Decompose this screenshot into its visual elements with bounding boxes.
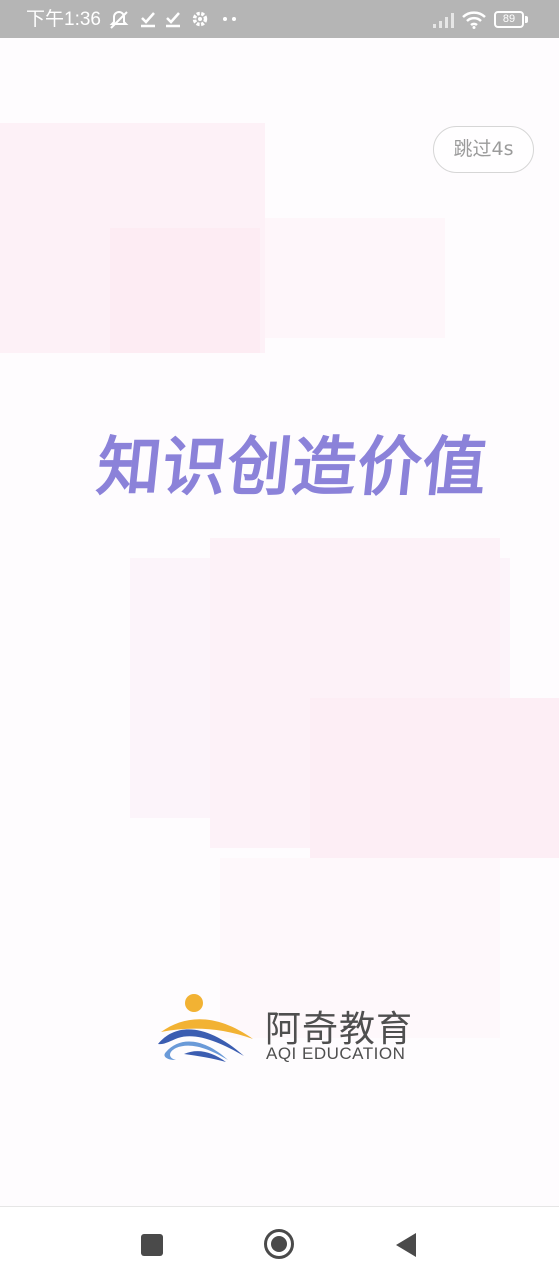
brand-name-en: AQI EDUCATION xyxy=(266,1044,406,1063)
back-icon[interactable] xyxy=(394,1232,418,1258)
home-icon[interactable] xyxy=(263,1228,295,1260)
aqi-logo-icon xyxy=(156,992,256,1070)
more-dots-icon xyxy=(222,16,238,22)
bg-tile xyxy=(265,218,445,338)
skip-button[interactable]: 跳过4s xyxy=(433,126,534,173)
check-icon xyxy=(165,10,181,28)
check-icon xyxy=(140,10,156,28)
status-bar: 下午1:36 89 xyxy=(0,0,559,38)
signal-icon xyxy=(432,12,456,28)
wifi-icon xyxy=(462,11,486,29)
bg-tile xyxy=(110,228,260,353)
status-time: 下午1:36 xyxy=(26,9,101,30)
splash-screen: 跳过4s 知识创造价值 阿奇教育 AQI EDUCATION xyxy=(0,38,559,1206)
gear-icon xyxy=(191,10,209,28)
battery-icon: 89 xyxy=(494,11,524,28)
navigation-bar xyxy=(0,1206,559,1280)
bg-tile xyxy=(310,698,559,858)
slogan-text: 知识创造价值 xyxy=(93,431,492,505)
mute-bell-icon xyxy=(109,10,129,30)
battery-cap xyxy=(525,16,528,23)
recents-icon[interactable] xyxy=(140,1233,164,1257)
